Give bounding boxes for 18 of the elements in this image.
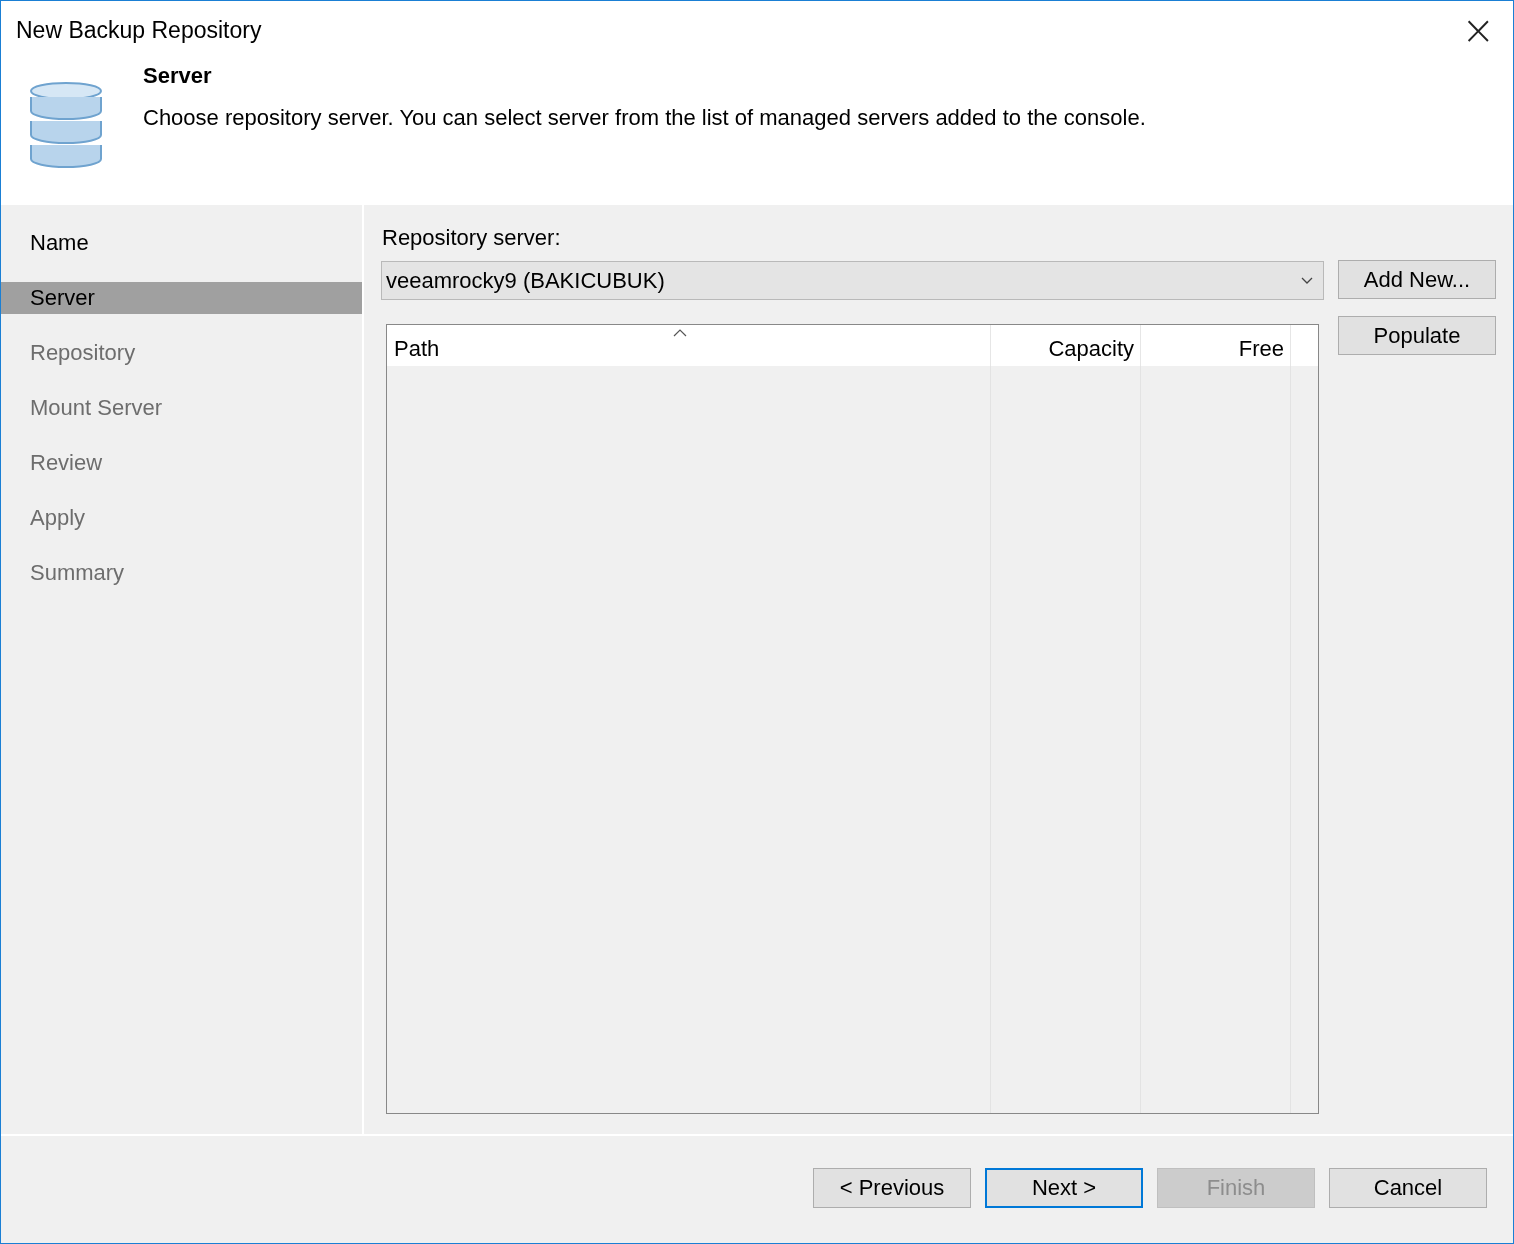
wizard-step[interactable]: Name <box>1 227 362 259</box>
wizard-button[interactable]: Next > <box>985 1168 1143 1208</box>
column-header[interactable]: Path <box>387 325 991 366</box>
wizard-step[interactable]: Server <box>1 282 362 314</box>
page-description: Choose repository server. You can select server from the list of managed servers added to the console. <box>143 105 1146 131</box>
server-dropdown[interactable]: veeamrocky9 (BAKICUBUK) <box>381 261 1324 300</box>
close-button[interactable]: × <box>1457 15 1499 45</box>
wizard-button[interactable]: < Previous <box>813 1168 971 1208</box>
column-header[interactable]: Capacity <box>991 325 1141 366</box>
window-title: New Backup Repository <box>16 16 262 44</box>
chevron-down-icon <box>1301 276 1313 285</box>
side-button[interactable]: Populate <box>1338 316 1496 355</box>
column-header[interactable]: Free <box>1141 325 1291 366</box>
sort-ascending-icon <box>672 329 687 337</box>
wizard-button[interactable]: Cancel <box>1329 1168 1487 1208</box>
page-title: Server <box>143 63 213 89</box>
field-label: Repository server: <box>382 225 562 251</box>
side-button[interactable]: Add New... <box>1338 260 1496 299</box>
